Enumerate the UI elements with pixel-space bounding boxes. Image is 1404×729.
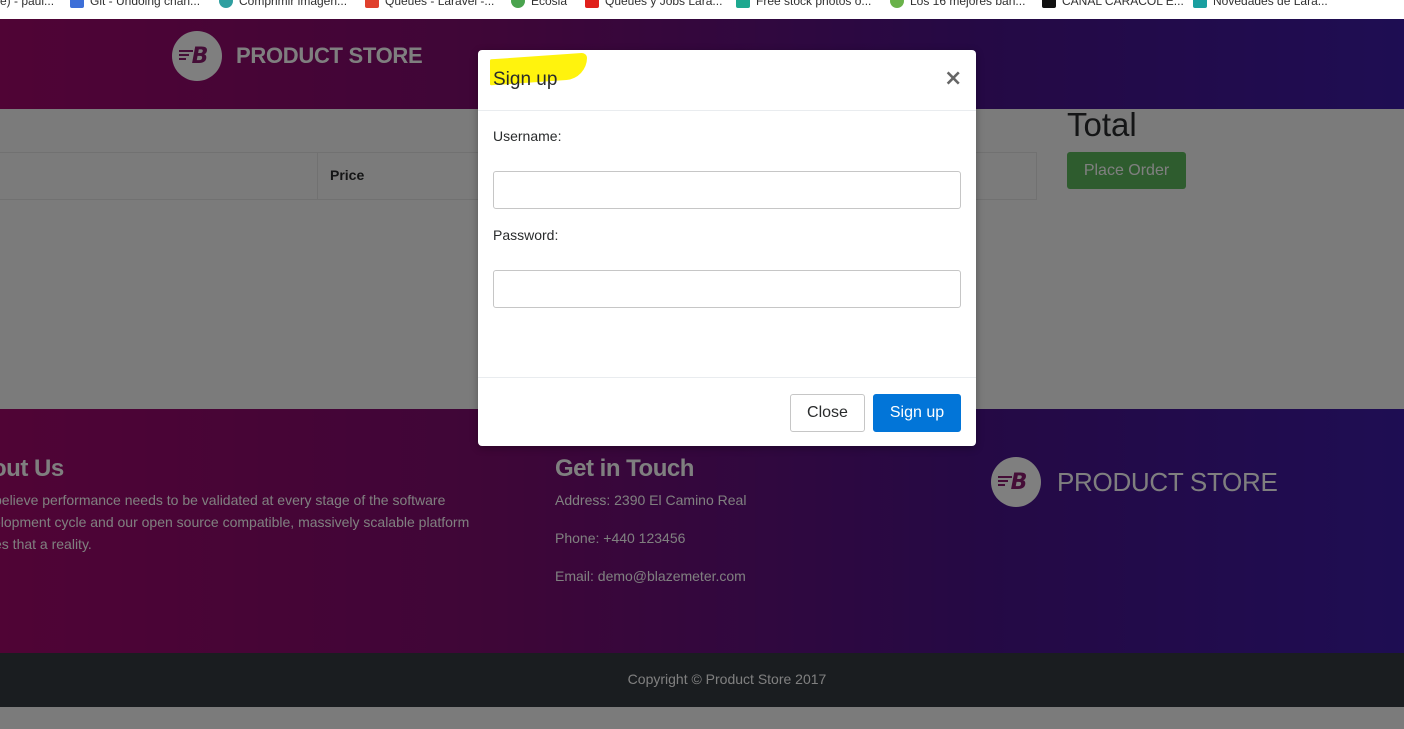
chat-icon: [890, 0, 904, 8]
bookmark-icon: [1193, 0, 1207, 8]
bookmark-label: Novedades de Lara...: [1213, 0, 1328, 8]
bookmark-label: Comprimir imagen...: [239, 0, 348, 8]
password-input[interactable]: [493, 270, 961, 308]
bookmark-label: Free stock photos o...: [756, 0, 872, 8]
bookmark-label: Queues - Laravel -...: [385, 0, 495, 8]
modal-title: Sign up: [493, 69, 558, 90]
close-icon[interactable]: ×: [944, 66, 962, 91]
bookmark-item[interactable]: Free stock photos o...: [736, 0, 871, 8]
bookmarks-bar: e) - paul... Git - Undoing chan... Compr…: [0, 0, 1404, 19]
compress-icon: [219, 0, 233, 8]
modal-header: Sign up ×: [478, 50, 976, 111]
bookmark-item[interactable]: e) - paul...: [0, 0, 54, 8]
username-label: Username:: [493, 128, 562, 144]
bookmark-item[interactable]: Los 16 mejores ban...: [890, 0, 1025, 8]
bookmark-item[interactable]: Ecosia: [511, 0, 567, 8]
bookmark-item[interactable]: Comprimir imagen...: [219, 0, 347, 8]
bookmark-item[interactable]: Queues y Jobs Lara...: [585, 0, 722, 8]
bookmark-label: Ecosia: [531, 0, 568, 8]
bookmark-item[interactable]: CANAL CARACOL E...: [1042, 0, 1184, 8]
bookmark-label: Queues y Jobs Lara...: [605, 0, 723, 8]
modal-footer: Close Sign up: [478, 377, 976, 446]
laravel-icon: [365, 0, 379, 8]
pexels-icon: [736, 0, 750, 8]
tv-icon: [1042, 0, 1056, 8]
bookmark-label: Los 16 mejores ban...: [910, 0, 1026, 8]
password-label: Password:: [493, 227, 559, 243]
bookmark-label: CANAL CARACOL E...: [1062, 0, 1184, 8]
username-input[interactable]: [493, 171, 961, 209]
ecosia-icon: [511, 0, 525, 8]
bookmark-label: Git - Undoing chan...: [90, 0, 201, 8]
bookmark-item[interactable]: Novedades de Lara...: [1193, 0, 1328, 8]
signup-button[interactable]: Sign up: [873, 394, 961, 432]
git-icon: [70, 0, 84, 8]
bookmark-item[interactable]: Queues - Laravel -...: [365, 0, 494, 8]
bookmark-item[interactable]: Git - Undoing chan...: [70, 0, 200, 8]
bookmark-label: e) - paul...: [0, 0, 55, 8]
close-button[interactable]: Close: [790, 394, 865, 432]
youtube-icon: [585, 0, 599, 8]
signup-modal: Sign up × Username: Password: Close Sign…: [478, 50, 976, 446]
